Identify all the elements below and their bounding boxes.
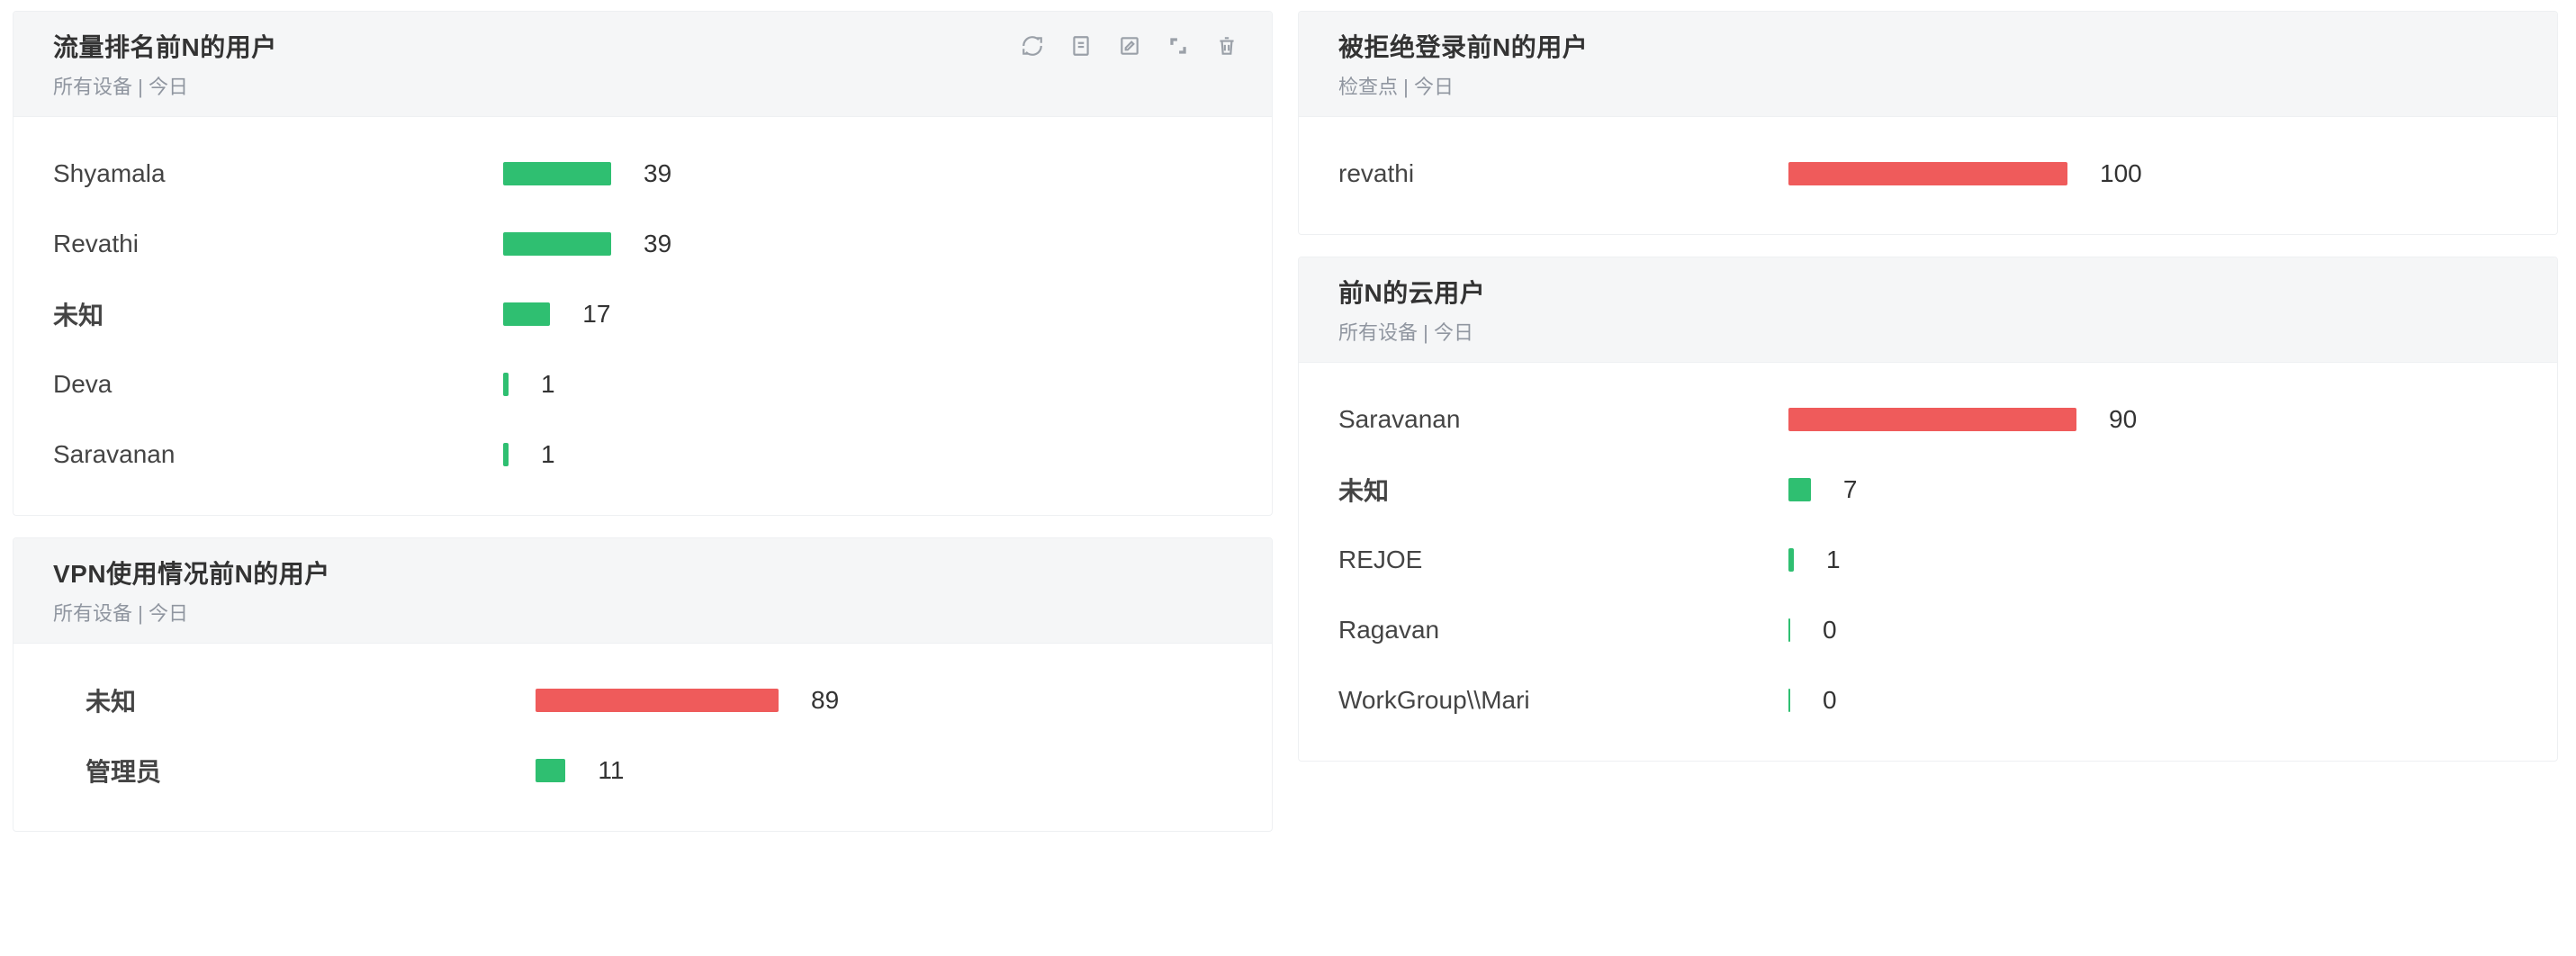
card-title: VPN使用情况前N的用户 [53, 555, 330, 591]
bar [503, 373, 509, 396]
row-label: Saravanan [53, 440, 503, 469]
row-value: 11 [598, 756, 624, 785]
card-subtitle: 检查点 | 今日 [1338, 71, 1588, 100]
chart-row: Ragavan 0 [1338, 595, 2517, 665]
row-value: 7 [1843, 475, 1858, 504]
row-label: Saravanan [1338, 405, 1788, 434]
edit-icon[interactable] [1117, 33, 1142, 59]
row-label: Shyamala [53, 159, 503, 188]
card-header: 前N的云用户 所有设备 | 今日 [1299, 257, 2557, 363]
card-title: 前N的云用户 [1338, 274, 1485, 310]
chart-row: REJOE 1 [1338, 525, 2517, 595]
row-bar: 1 [1788, 546, 2517, 574]
row-value: 0 [1823, 686, 1837, 715]
chart-row: WorkGroup\\Mari 0 [1338, 665, 2517, 735]
chart-row: 未知 17 [53, 279, 1232, 349]
card-toolbar [1020, 28, 1239, 59]
bar [536, 759, 565, 782]
card-traffic-top-n: 流量排名前N的用户 所有设备 | 今日 [13, 11, 1273, 516]
row-label: Revathi [53, 230, 503, 258]
card-header: VPN使用情况前N的用户 所有设备 | 今日 [14, 538, 1272, 644]
chart-row: Shyamala 39 [53, 139, 1232, 209]
bar [1788, 548, 1794, 572]
row-label: WorkGroup\\Mari [1338, 686, 1788, 715]
row-bar: 7 [1788, 475, 2517, 504]
row-label: revathi [1338, 159, 1788, 188]
bar [536, 689, 779, 712]
delete-icon[interactable] [1214, 33, 1239, 59]
chart-row: 未知 7 [1338, 455, 2517, 525]
row-label: Ragavan [1338, 616, 1788, 645]
chart-body: revathi 100 [1299, 117, 2557, 234]
bar [1788, 618, 1790, 642]
card-subtitle: 所有设备 | 今日 [53, 598, 330, 627]
row-bar: 0 [1788, 616, 2517, 645]
chart-row: Saravanan 1 [53, 419, 1232, 490]
row-label: 管理员 [53, 753, 536, 789]
chart-body: Shyamala 39 Revathi 39 未知 17 Deva 1 Saravanan 1 [14, 117, 1272, 515]
card-subtitle: 所有设备 | 今日 [53, 71, 277, 100]
chart-row: Deva 1 [53, 349, 1232, 419]
row-bar: 1 [503, 370, 1232, 399]
chart-row: Revathi 39 [53, 209, 1232, 279]
card-vpn-top-n: VPN使用情况前N的用户 所有设备 | 今日 未知 89 管理员 11 [13, 537, 1273, 832]
chart-row: 管理员 11 [53, 735, 1232, 806]
bar [1788, 162, 2067, 185]
row-value: 100 [2100, 159, 2142, 188]
row-label: Deva [53, 370, 503, 399]
row-bar: 89 [536, 686, 1232, 715]
row-value: 39 [644, 230, 671, 258]
bar [1788, 408, 2076, 431]
card-cloud-top-n: 前N的云用户 所有设备 | 今日 Saravanan 90 未知 7 REJOE 1 Rag… [1298, 257, 2558, 762]
row-bar: 39 [503, 159, 1232, 188]
card-title: 被拒绝登录前N的用户 [1338, 28, 1588, 64]
bar [503, 443, 509, 466]
row-bar: 39 [503, 230, 1232, 258]
card-header: 被拒绝登录前N的用户 检查点 | 今日 [1299, 12, 2557, 117]
chart-body: Saravanan90未知7REJOE1Ragavan0WorkGroup\\M… [1299, 363, 2557, 761]
row-bar: 100 [1788, 159, 2517, 188]
row-value: 89 [811, 686, 839, 715]
row-value: 90 [2109, 405, 2137, 434]
bar [503, 232, 611, 256]
refresh-icon[interactable] [1020, 33, 1045, 59]
row-label: 未知 [53, 296, 503, 332]
row-bar: 11 [536, 756, 1232, 785]
chart-row: revathi 100 [1338, 139, 2517, 209]
expand-icon[interactable] [1166, 33, 1191, 59]
row-bar: 90 [1788, 405, 2517, 434]
bar [503, 302, 550, 326]
card-title: 流量排名前N的用户 [53, 28, 277, 64]
card-header: 流量排名前N的用户 所有设备 | 今日 [14, 12, 1272, 117]
row-value: 17 [582, 300, 610, 329]
chart-body: 未知 89 管理员 11 [14, 644, 1272, 831]
chart-row: 未知 89 [53, 665, 1232, 735]
row-label: REJOE [1338, 546, 1788, 574]
bar [1788, 478, 1811, 501]
card-subtitle: 所有设备 | 今日 [1338, 317, 1485, 346]
row-value: 39 [644, 159, 671, 188]
chart-row: Saravanan 90 [1338, 384, 2517, 455]
row-value: 1 [541, 440, 555, 469]
row-value: 1 [1826, 546, 1841, 574]
row-bar: 17 [503, 300, 1232, 329]
bar [503, 162, 611, 185]
row-value: 1 [541, 370, 555, 399]
bar [1788, 689, 1790, 712]
row-value: 0 [1823, 616, 1837, 645]
row-label: 未知 [53, 682, 536, 718]
row-label: 未知 [1338, 472, 1788, 508]
row-bar: 0 [1788, 686, 2517, 715]
row-bar: 1 [503, 440, 1232, 469]
export-icon[interactable] [1068, 33, 1094, 59]
card-denied-login-top-n: 被拒绝登录前N的用户 检查点 | 今日 revathi 100 [1298, 11, 2558, 235]
